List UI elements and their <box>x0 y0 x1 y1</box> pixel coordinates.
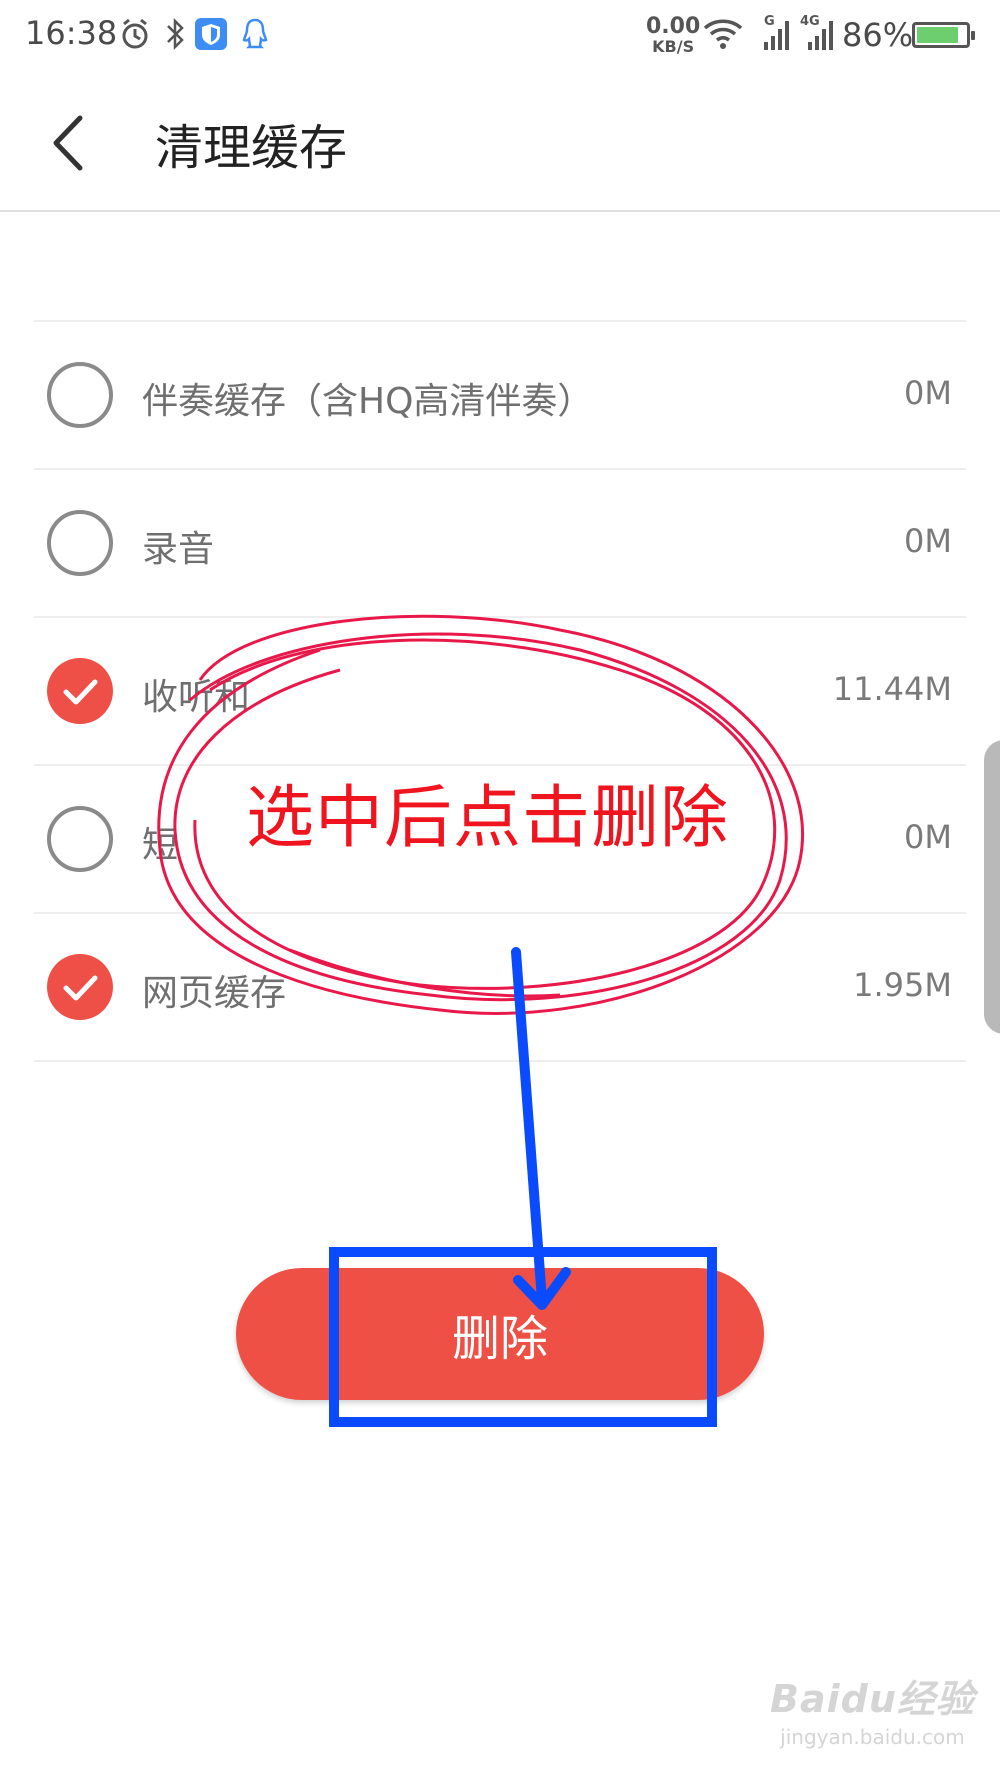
annotation-box <box>329 1247 717 1427</box>
watermark-url: jingyan.baidu.com <box>780 1725 965 1749</box>
watermark-brand: Baidu经验 <box>770 1677 975 1721</box>
annotation-text: 选中后点击删除 <box>246 779 730 858</box>
watermark: Baidu经验 jingyan.baidu.com <box>770 1668 975 1749</box>
annotation-overlay <box>157 614 805 1427</box>
